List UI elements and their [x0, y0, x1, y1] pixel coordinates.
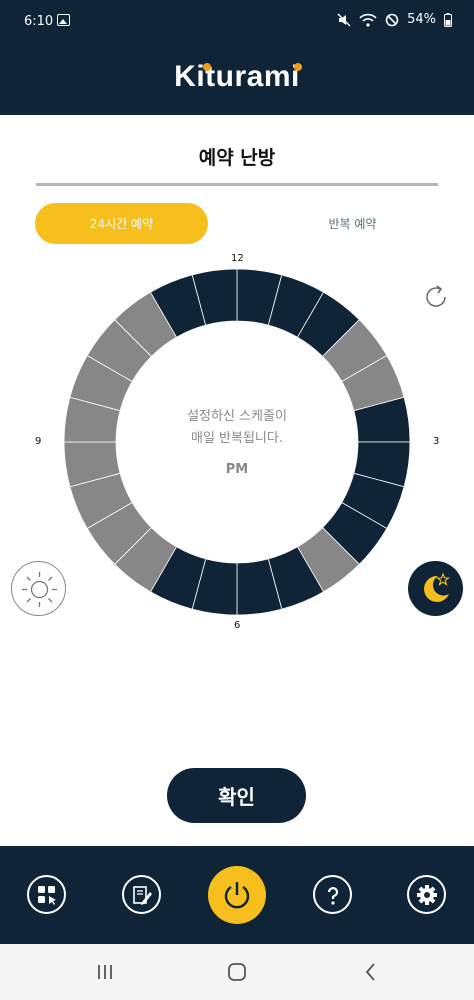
- nav-dashboard-button[interactable]: [27, 875, 66, 914]
- day-mode-button[interactable]: [11, 561, 66, 616]
- status-icons: 54%: [337, 12, 452, 27]
- grid-touch-icon: [37, 885, 56, 905]
- period-label: PM: [225, 462, 249, 477]
- system-nav-bar: [0, 944, 474, 1000]
- status-bar: 6:10 54%: [0, 0, 474, 44]
- gallery-icon: [57, 14, 70, 26]
- tab-24-hour-reservation[interactable]: 24시간 예약: [35, 203, 208, 244]
- hour-label-3: 3: [433, 436, 440, 447]
- confirm-button[interactable]: 확인: [167, 768, 306, 823]
- power-icon: [224, 882, 250, 909]
- mute-icon: [337, 12, 351, 27]
- recent-apps-icon[interactable]: [93, 960, 117, 984]
- edit-note-icon: [132, 885, 152, 905]
- nav-settings-button[interactable]: [407, 875, 446, 914]
- schedule-message-line2: 매일 반복됩니다.: [191, 431, 283, 446]
- top-bar: 6:10 54% Kiturami: [0, 0, 474, 115]
- home-icon[interactable]: [225, 960, 249, 984]
- schedule-message-line1: 설정하신 스케줄이: [187, 409, 287, 424]
- nav-help-button[interactable]: [313, 875, 352, 914]
- do-not-disturb-icon: [385, 13, 399, 26]
- refresh-icon[interactable]: [421, 282, 451, 312]
- help-icon: [327, 886, 338, 905]
- battery-icon: [444, 12, 452, 27]
- wifi-icon: [359, 13, 377, 27]
- moon-star-icon: [424, 572, 451, 602]
- nav-notes-button[interactable]: [122, 875, 161, 914]
- schedule-message: 설정하신 스케줄이 매일 반복됩니다.: [137, 406, 337, 450]
- gear-icon: [416, 884, 437, 905]
- night-mode-button[interactable]: [408, 561, 463, 616]
- sun-icon: [22, 572, 57, 607]
- battery-percent: 54%: [407, 12, 436, 27]
- logo-dot: [203, 63, 211, 71]
- hour-label-9: 9: [35, 436, 42, 447]
- back-icon[interactable]: [359, 960, 383, 984]
- bottom-nav: [0, 846, 474, 944]
- title-divider: [36, 183, 438, 186]
- hour-label-6: 6: [234, 620, 241, 631]
- logo-text: Kiturami: [174, 60, 300, 93]
- hour-label-12: 12: [231, 253, 244, 264]
- logo-dot-2: [294, 63, 302, 71]
- page-title: 예약 난방: [198, 147, 276, 169]
- tab-repeat-reservation[interactable]: 반복 예약: [266, 203, 439, 244]
- power-button[interactable]: [208, 866, 266, 924]
- status-time: 6:10: [24, 14, 54, 29]
- app-logo: Kiturami: [0, 60, 474, 94]
